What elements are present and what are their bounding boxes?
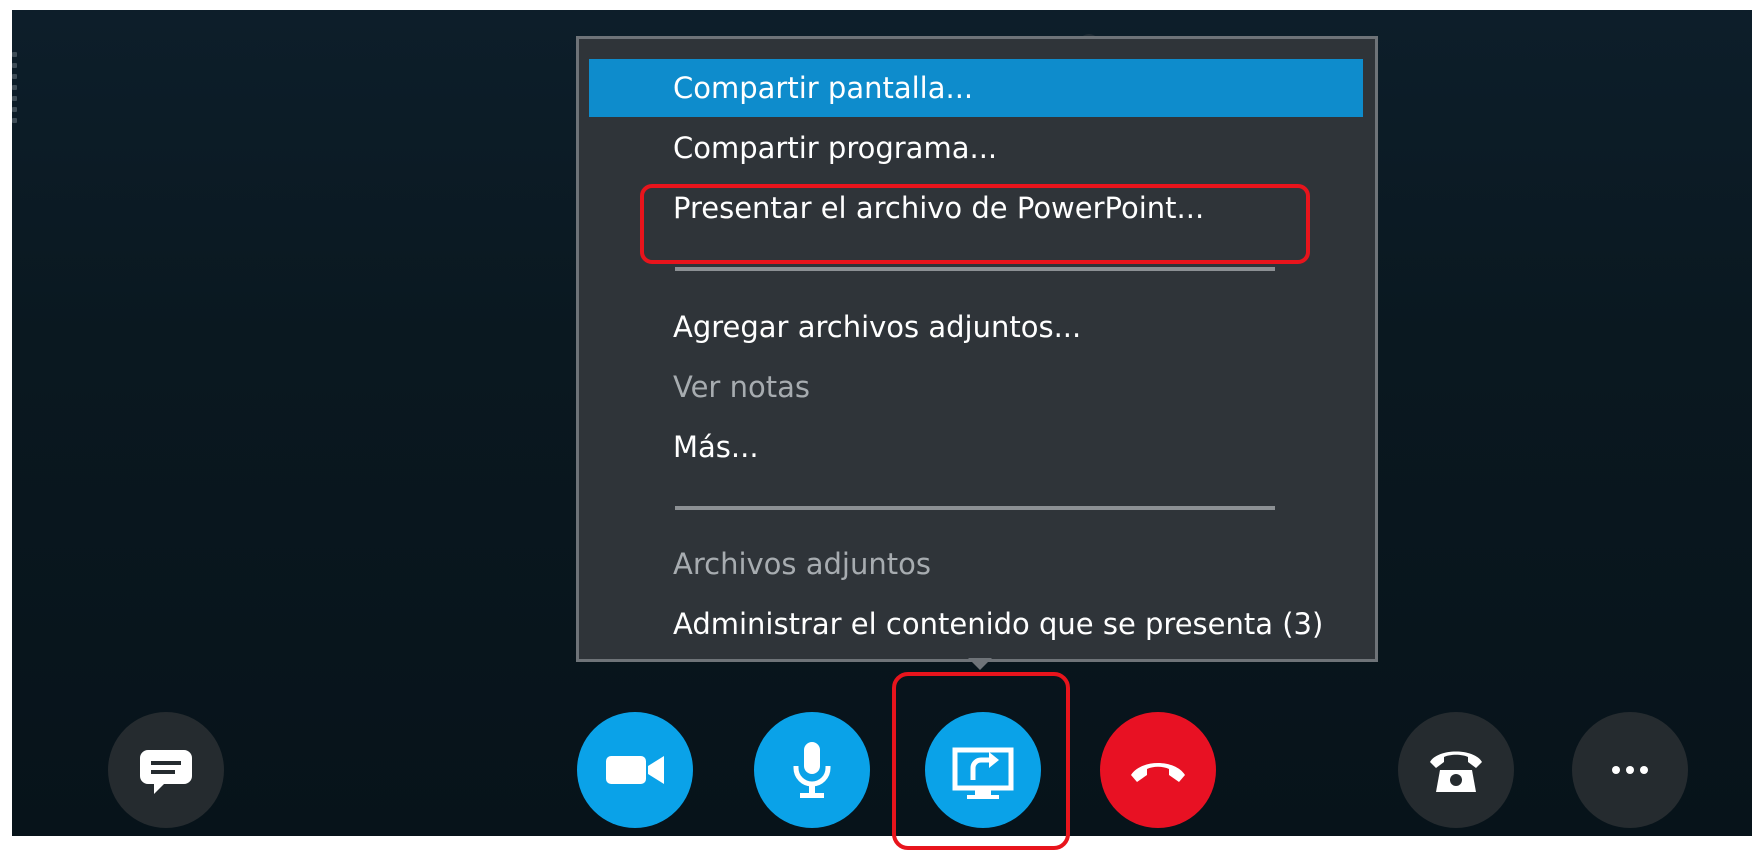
menu-item-share-screen[interactable]: Compartir pantalla... <box>589 59 1363 117</box>
dial-pad-phone-icon <box>1430 751 1482 792</box>
microphone-button[interactable] <box>754 712 870 828</box>
menu-heading-attachments: Archivos adjuntos <box>673 547 931 581</box>
menu-item-view-notes: Ver notas <box>673 370 810 404</box>
menu-item-share-program[interactable]: Compartir programa... <box>589 119 1363 177</box>
present-content-menu: Compartir pantalla... Compartir programa… <box>576 36 1378 662</box>
chat-bubble-icon <box>140 750 192 794</box>
chat-button[interactable] <box>108 712 224 828</box>
microphone-icon <box>793 742 831 798</box>
drag-grip-icon[interactable] <box>12 52 18 132</box>
menu-separator <box>675 267 1275 271</box>
more-options-button[interactable] <box>1572 712 1688 828</box>
present-content-button[interactable] <box>925 712 1041 828</box>
video-camera-icon <box>606 756 664 784</box>
hang-up-button[interactable] <box>1100 712 1216 828</box>
menu-item-more[interactable]: Más... <box>589 418 1363 476</box>
video-button[interactable] <box>577 712 693 828</box>
menu-pointer-caret <box>968 658 992 670</box>
present-content-icon <box>952 747 1014 799</box>
more-options-icon <box>1612 766 1648 774</box>
menu-separator <box>675 506 1275 510</box>
menu-item-manage-presented-content[interactable]: Administrar el contenido que se presenta… <box>589 595 1363 653</box>
window-bottom-edge <box>0 836 1752 848</box>
menu-item-add-attachments[interactable]: Agregar archivos adjuntos... <box>589 298 1363 356</box>
dial-pad-button[interactable] <box>1398 712 1514 828</box>
menu-item-present-powerpoint[interactable]: Presentar el archivo de PowerPoint... <box>589 179 1363 237</box>
hang-up-icon <box>1131 763 1185 782</box>
